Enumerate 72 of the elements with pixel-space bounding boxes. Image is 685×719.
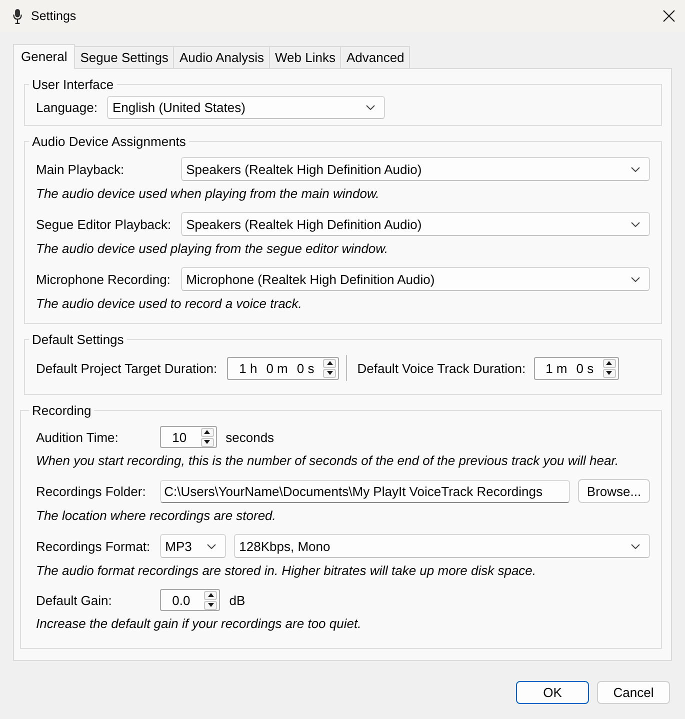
field-label: Audition Time: xyxy=(36,430,118,444)
tab[interactable]: General xyxy=(13,44,76,69)
field-label: Microphone Recording: xyxy=(36,272,170,286)
dropdown[interactable]: MP3 xyxy=(160,534,226,558)
time-segment[interactable]: 1 h xyxy=(239,360,258,376)
duration-field[interactable]: 1 h 0 m 0 s xyxy=(227,356,340,380)
dropdown[interactable]: English (United States) xyxy=(107,96,386,119)
time-segment[interactable]: 0 m xyxy=(266,360,288,376)
field-label: Default Project Target Duration: xyxy=(36,360,218,376)
hint-text: The audio device used playing from the segue editor window. xyxy=(36,241,388,256)
dialog-button[interactable]: OK xyxy=(516,681,589,704)
time-segment[interactable]: 1 m xyxy=(546,360,568,376)
hint-text: The audio format recordings are stored in. Higher bitrates will take up more disk space. xyxy=(36,563,536,578)
spin-down-button[interactable] xyxy=(204,600,218,610)
group-title: Recording xyxy=(31,403,92,418)
dropdown[interactable]: Speakers (Realtek High Definition Audio) xyxy=(181,212,650,236)
up-triangle-icon xyxy=(606,361,612,365)
hint-text: Increase the default gain if your recordings are too quiet. xyxy=(36,616,362,631)
number-field[interactable]: 10 xyxy=(160,426,217,448)
time-segment[interactable]: 0 s xyxy=(296,360,314,376)
spin-up-button[interactable] xyxy=(204,590,218,600)
duration-field[interactable]: 1 m 0 s xyxy=(534,356,619,380)
unit-label: seconds xyxy=(226,430,274,444)
window-title: Settings xyxy=(31,8,76,24)
field-label: Segue Editor Playback: xyxy=(36,216,172,232)
close-button[interactable] xyxy=(663,10,675,22)
dropdown[interactable]: 128Kbps, Mono xyxy=(234,534,650,558)
field-label: Language: xyxy=(36,100,98,115)
chevron-down-icon xyxy=(366,105,376,110)
dropdown[interactable]: Speakers (Realtek High Definition Audio) xyxy=(181,157,650,181)
down-triangle-icon xyxy=(204,440,210,444)
unit-label: dB xyxy=(229,592,246,608)
field-label: Recordings Folder: xyxy=(36,484,146,498)
spin-down-button[interactable] xyxy=(602,368,616,378)
spin-down-button[interactable] xyxy=(323,368,336,378)
hint-text: The audio device used to record a voice track. xyxy=(36,296,302,311)
text-field[interactable]: C:\Users\YourName\Documents\My PlayIt VoiceTrack Recordings xyxy=(160,480,570,502)
field-label: Default Voice Track Duration: xyxy=(357,360,526,376)
up-triangle-icon xyxy=(204,430,210,434)
hint-text: When you start recording, this is the number of seconds of the end of the previous track you will hear. xyxy=(36,453,619,468)
field-label: Default Gain: xyxy=(36,592,112,608)
field-label: Recordings Format: xyxy=(36,538,150,554)
down-triangle-icon xyxy=(326,371,333,375)
down-triangle-icon xyxy=(208,603,214,607)
chevron-down-icon xyxy=(631,276,640,282)
spin-up-button[interactable] xyxy=(323,358,336,368)
tab[interactable]: Audio Analysis xyxy=(173,46,270,68)
spin-down-button[interactable] xyxy=(200,438,214,446)
hint-text: The location where recordings are stored. xyxy=(36,508,276,523)
dropdown[interactable]: Microphone (Realtek High Definition Audio) xyxy=(181,267,650,291)
down-triangle-icon xyxy=(606,371,612,375)
spin-up-button[interactable] xyxy=(200,428,214,436)
time-segment[interactable]: 0 s xyxy=(576,360,594,376)
field-label: Main Playback: xyxy=(36,162,124,176)
close-icon xyxy=(663,10,675,22)
spin-up-button[interactable] xyxy=(602,358,616,368)
number-field[interactable]: 0.0 xyxy=(160,589,220,611)
chevron-down-icon xyxy=(207,544,216,548)
dialog-button[interactable]: Cancel xyxy=(597,681,670,704)
group-title: Audio Device Assignments xyxy=(31,134,187,149)
microphone-icon xyxy=(13,8,22,24)
chevron-down-icon xyxy=(631,544,640,548)
group-title: User Interface xyxy=(31,77,115,92)
group-title: Default Settings xyxy=(31,332,125,347)
tab[interactable]: Advanced xyxy=(340,46,410,68)
tab[interactable]: Segue Settings xyxy=(74,46,174,68)
chevron-down-icon xyxy=(631,166,640,172)
chevron-down-icon xyxy=(631,222,640,226)
browse-button[interactable]: Browse... xyxy=(578,479,650,503)
up-triangle-icon xyxy=(326,361,333,365)
up-triangle-icon xyxy=(208,593,214,597)
hint-text: The audio device used when playing from the main window. xyxy=(36,186,380,201)
